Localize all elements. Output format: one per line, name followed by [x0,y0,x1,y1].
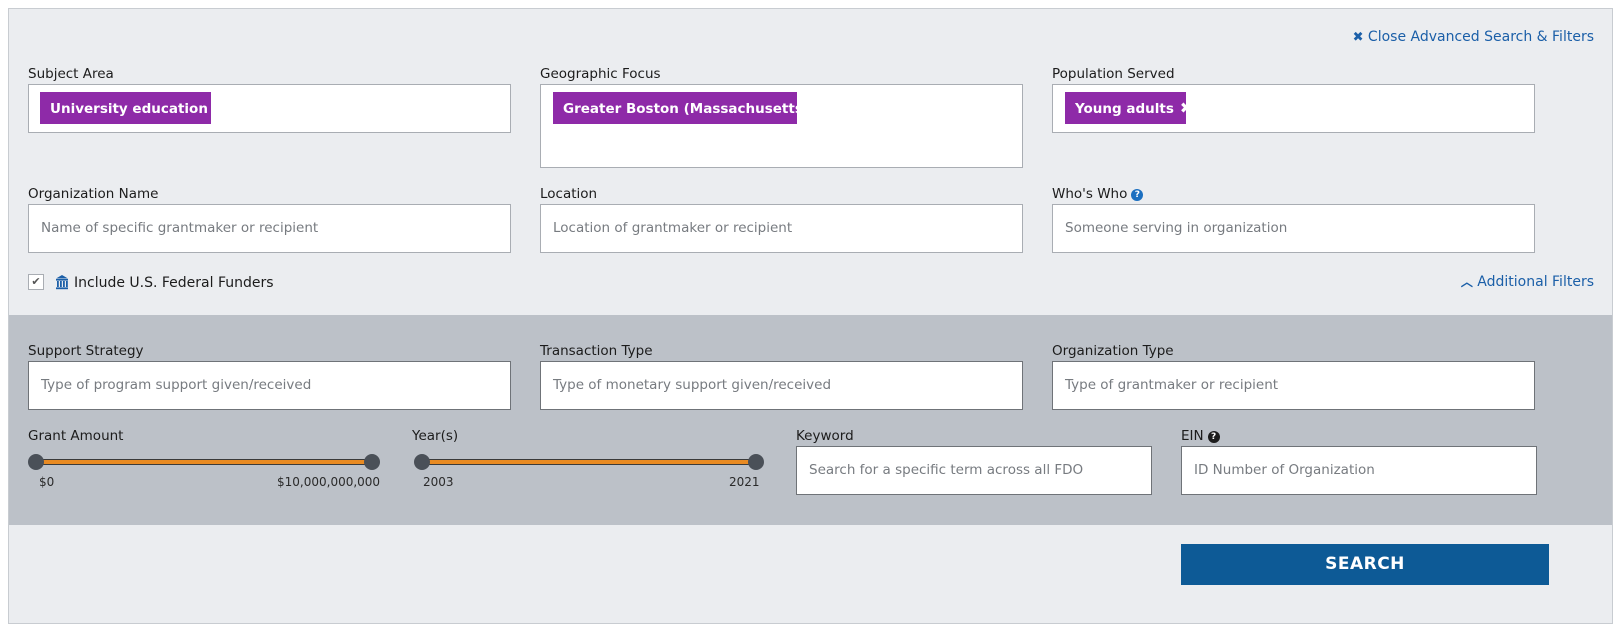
federal-funders-label: Include U.S. Federal Funders [74,275,274,291]
keyword-label: Keyword [796,428,854,444]
years-label: Year(s) [412,428,459,444]
ein-label: EIN [1181,428,1204,444]
support-strategy-placeholder: Type of program support given/received [41,377,312,393]
years-min-handle[interactable] [414,454,430,470]
bank-icon [55,274,69,290]
close-icon: ✖ [1352,30,1364,45]
chevron-up-icon: ︿ [1460,275,1473,289]
whos-who-label: Who's Who [1052,186,1128,202]
grant-amount-min-handle[interactable] [28,454,44,470]
population-served-field[interactable]: Young adults ✖ [1052,84,1535,133]
subject-area-tag-label: University education [50,101,208,117]
whos-who-input[interactable]: Someone serving in organization [1052,204,1535,253]
whos-who-label-wrap: Who's Who? [1052,186,1144,202]
organization-type-placeholder: Type of grantmaker or recipient [1065,377,1279,393]
geographic-focus-label: Geographic Focus [540,66,661,82]
additional-filters-label: Additional Filters [1477,274,1594,290]
organization-name-label: Organization Name [28,186,159,202]
additional-filters-section: Support Strategy Type of program support… [9,315,1612,525]
remove-tag-icon[interactable]: ✖ [818,92,831,124]
additional-filters-link[interactable]: ︿ Additional Filters [1461,273,1594,290]
years-slider[interactable] [414,453,766,471]
geographic-focus-field[interactable]: Greater Boston (Massachusetts) ✖ [540,84,1023,168]
organization-name-placeholder: Name of specific grantmaker or recipient [41,220,319,236]
location-label: Location [540,186,598,202]
years-track [422,459,756,465]
whos-who-placeholder: Someone serving in organization [1065,220,1288,236]
help-icon[interactable]: ? [1207,431,1220,443]
advanced-search-panel: ✖ Close Advanced Search & Filters Subjec… [8,8,1613,624]
location-placeholder: Location of grantmaker or recipient [553,220,793,236]
keyword-input[interactable]: Search for a specific term across all FD… [796,446,1152,495]
organization-type-input[interactable]: Type of grantmaker or recipient [1052,361,1535,410]
close-advanced-search-label: Close Advanced Search & Filters [1367,29,1594,45]
transaction-type-placeholder: Type of monetary support given/received [553,377,832,393]
population-served-label: Population Served [1052,66,1175,82]
ein-placeholder: ID Number of Organization [1194,462,1375,478]
subject-area-tag: University education ✖ [40,92,227,124]
grant-amount-min-value: $0 [39,475,55,489]
transaction-type-input[interactable]: Type of monetary support given/received [540,361,1023,410]
grant-amount-track [36,459,372,465]
subject-area-field[interactable]: University education ✖ [28,84,511,133]
close-advanced-search-link[interactable]: ✖ Close Advanced Search & Filters [1353,29,1594,45]
search-button[interactable]: SEARCH [1181,544,1549,585]
years-max-handle[interactable] [748,454,764,470]
grant-amount-max-handle[interactable] [364,454,380,470]
grant-amount-max-value: $10,000,000,000 [277,475,381,489]
grant-amount-slider[interactable] [28,453,382,471]
keyword-placeholder: Search for a specific term across all FD… [809,462,1084,478]
organization-type-label: Organization Type [1052,343,1174,359]
support-strategy-label: Support Strategy [28,343,144,359]
years-max-value: 2021 [729,475,760,489]
subject-area-label: Subject Area [28,66,114,82]
geographic-focus-tag: Greater Boston (Massachusetts) ✖ [553,92,831,124]
remove-tag-icon[interactable]: ✖ [214,92,227,124]
population-served-tag-label: Young adults [1075,101,1174,117]
grant-amount-label: Grant Amount [28,428,124,444]
years-min-value: 2003 [423,475,454,489]
help-icon[interactable]: ? [1131,189,1144,201]
population-served-tag: Young adults ✖ [1065,92,1192,124]
remove-tag-icon[interactable]: ✖ [1180,92,1193,124]
organization-name-input[interactable]: Name of specific grantmaker or recipient [28,204,511,253]
ein-input[interactable]: ID Number of Organization [1181,446,1537,495]
location-input[interactable]: Location of grantmaker or recipient [540,204,1023,253]
support-strategy-input[interactable]: Type of program support given/received [28,361,511,410]
geographic-focus-tag-label: Greater Boston (Massachusetts) [563,101,810,117]
transaction-type-label: Transaction Type [540,343,653,359]
federal-funders-checkbox[interactable]: ✔ [28,274,44,290]
ein-label-wrap: EIN? [1181,428,1220,444]
